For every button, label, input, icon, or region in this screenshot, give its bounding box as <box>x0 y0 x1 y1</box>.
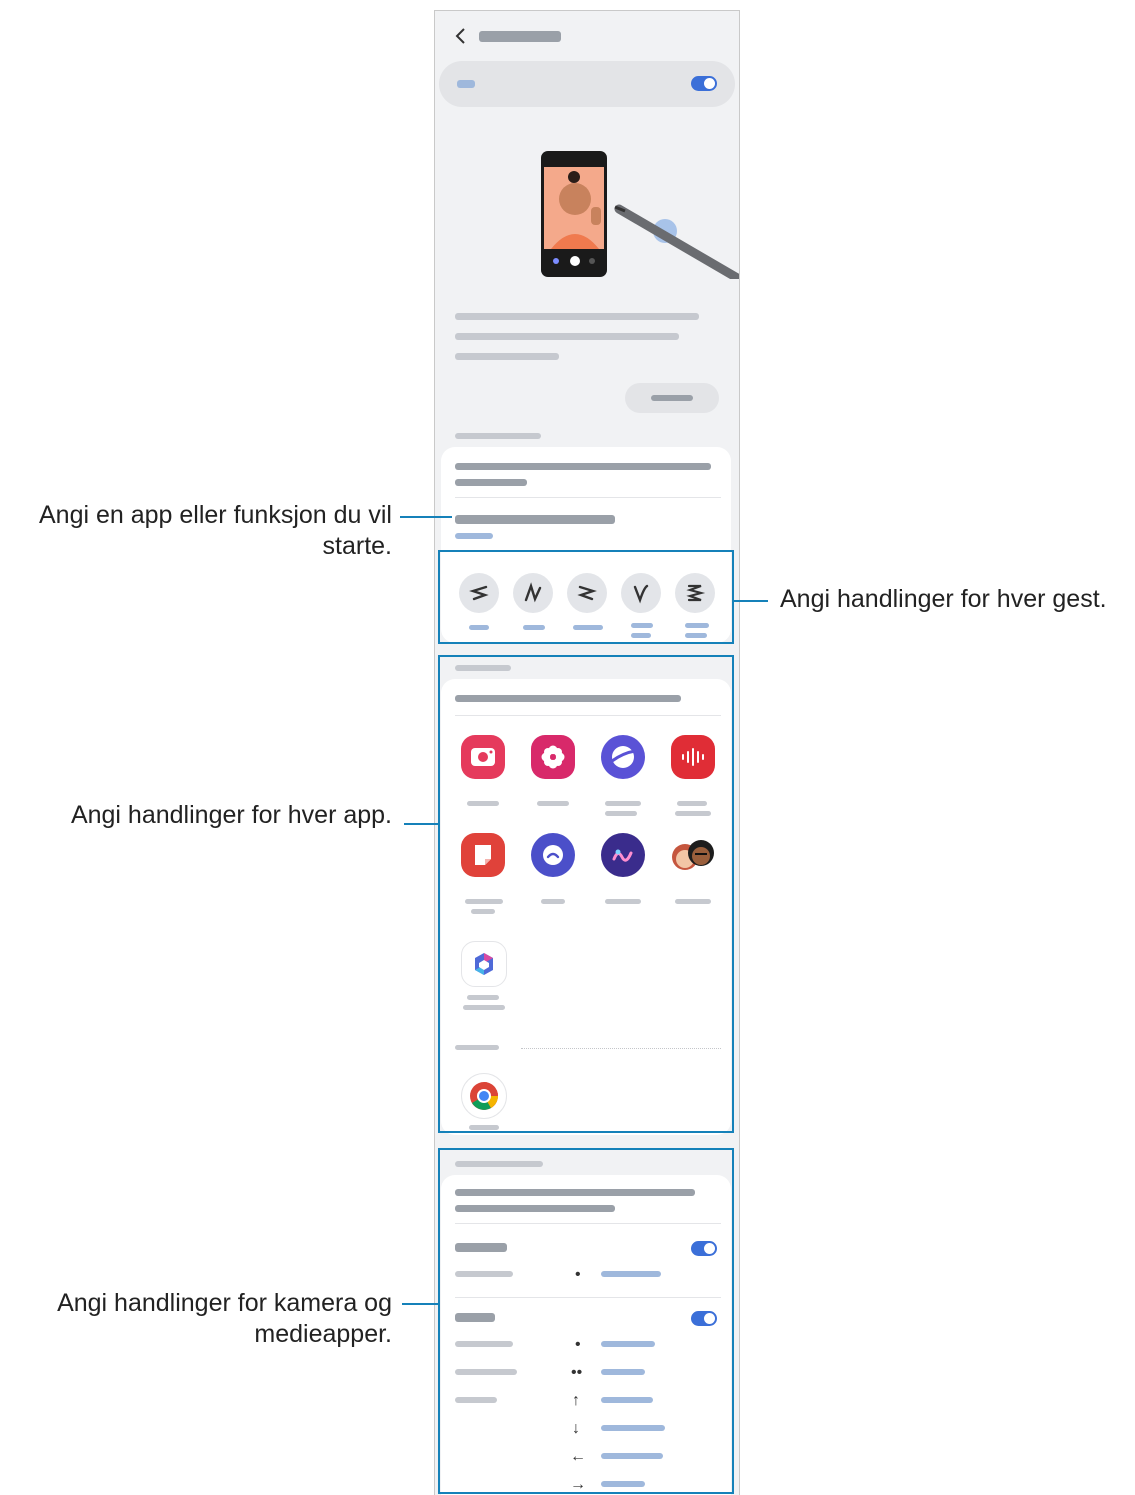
gestures-callout-box <box>438 550 734 644</box>
anywhere-info-line <box>455 463 711 470</box>
learn-more-button[interactable] <box>625 383 719 413</box>
apps-leader <box>404 823 438 825</box>
divider <box>455 497 721 498</box>
start-app-leader <box>400 516 452 518</box>
apps-callout-box <box>438 655 734 1133</box>
chevron-left-icon <box>455 28 465 44</box>
master-switch-label <box>457 80 475 88</box>
camera-media-annotation: Angi handlinger for kamera og medieapper… <box>4 1288 392 1350</box>
start-app-annotation: Angi en app eller funksjon du vil starte… <box>4 500 392 562</box>
learn-more-label <box>651 395 693 401</box>
camera-media-annotation-text: Angi handlinger for kamera og medieapper… <box>57 1289 392 1348</box>
gestures-leader <box>734 600 768 602</box>
press-hold-value <box>455 533 493 539</box>
camera-media-leader <box>402 1303 438 1305</box>
description-line <box>455 313 699 320</box>
press-hold-pen-button-row[interactable] <box>441 503 731 543</box>
camera-media-callout-box <box>438 1148 734 1494</box>
master-switch-row[interactable] <box>439 61 735 107</box>
master-switch-toggle[interactable] <box>691 76 717 91</box>
anywhere-info-line <box>455 479 527 486</box>
apps-annotation: Angi handlinger for hver app. <box>70 801 392 829</box>
illustration <box>535 149 739 284</box>
anywhere-actions-header <box>455 433 541 439</box>
description-line <box>455 353 559 360</box>
page-title <box>479 31 561 42</box>
start-app-annotation-text: Angi en app eller funksjon du vil starte… <box>38 501 392 560</box>
back-button[interactable] <box>451 25 471 47</box>
gestures-annotation: Angi handlinger for hver gest. <box>780 585 1107 613</box>
press-hold-label <box>455 515 615 524</box>
description-line <box>455 333 679 340</box>
